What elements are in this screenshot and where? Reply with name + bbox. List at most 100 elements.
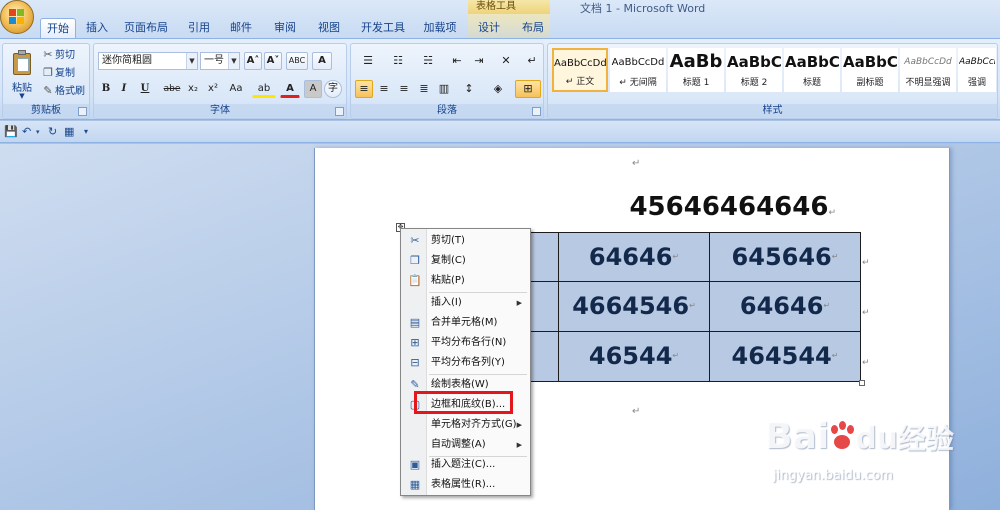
context-menu: ✂ 剪切(T) ❐ 复制(C) 📋 粘贴(P) 插入(I) ▶ ▤ 合并单元格(…: [400, 228, 531, 496]
enclose-character-button[interactable]: 字: [324, 80, 342, 98]
redo-icon[interactable]: ↻: [48, 125, 57, 139]
tab-view[interactable]: 视图: [314, 18, 344, 38]
multilevel-list-button[interactable]: ☵: [415, 52, 441, 70]
save-icon[interactable]: 💾: [4, 125, 18, 139]
style-no-spacing[interactable]: AaBbCcDd ↵ 无间隔: [610, 48, 666, 92]
tab-review[interactable]: 审阅: [270, 18, 300, 38]
document-heading[interactable]: 45646464646↵: [316, 192, 836, 222]
tab-insert[interactable]: 插入: [82, 18, 112, 38]
heading-text: 45646464646: [629, 192, 829, 222]
show-marks-button[interactable]: ↵: [523, 52, 541, 70]
style-subtle-emphasis[interactable]: AaBbCcDd 不明显强调: [900, 48, 956, 92]
tab-references[interactable]: 引用: [184, 18, 214, 38]
menu-item-cell-alignment[interactable]: 单元格对齐方式(G) ▶: [403, 415, 528, 435]
tab-mailings[interactable]: 邮件: [226, 18, 256, 38]
numbering-button[interactable]: ☷: [385, 52, 411, 70]
table-cell[interactable]: 46544↵: [558, 331, 710, 382]
format-painter-label: 格式刷: [55, 86, 85, 97]
undo-icon[interactable]: ↶: [22, 125, 31, 139]
tab-page-layout[interactable]: 页面布局: [120, 18, 172, 38]
menu-item-paste[interactable]: 📋 粘贴(P): [403, 271, 528, 291]
font-name-combo[interactable]: 迷你简粗圆 ▼: [98, 52, 198, 70]
change-case-button[interactable]: Aa: [224, 80, 248, 98]
bold-button[interactable]: B: [98, 80, 114, 98]
table-icon[interactable]: ▦: [64, 125, 74, 139]
increase-indent-button[interactable]: ⇥: [469, 52, 489, 70]
copy-button[interactable]: ❐ 复制: [41, 64, 75, 82]
menu-item-distribute-columns[interactable]: ⊟ 平均分布各列(Y): [403, 353, 528, 373]
menu-item-table-properties[interactable]: ▦ 表格属性(R)...: [403, 475, 528, 495]
clear-format-button[interactable]: ABC: [286, 52, 308, 70]
numbering-icon: ☷: [393, 54, 403, 67]
style-heading-2[interactable]: AaBbC 标题 2: [726, 48, 782, 92]
subscript-button[interactable]: x₂: [184, 80, 202, 98]
line-spacing-icon: ↕: [464, 82, 474, 95]
menu-item-label: 插入(I): [431, 297, 462, 308]
table-properties-icon: ▦: [409, 478, 421, 491]
shading-button[interactable]: ◈: [485, 80, 511, 98]
style-heading-1[interactable]: AaBb 标题 1: [668, 48, 724, 92]
table-cell[interactable]: 464544↵: [709, 331, 861, 382]
menu-item-cut[interactable]: ✂ 剪切(T): [403, 231, 528, 251]
menu-item-distribute-rows[interactable]: ⊞ 平均分布各行(N): [403, 333, 528, 353]
borders-button[interactable]: ⊞: [515, 80, 541, 98]
style-name: ↵ 正文: [565, 77, 595, 87]
italic-button[interactable]: I: [116, 80, 132, 98]
table-cell[interactable]: 64646↵: [558, 232, 710, 282]
table-cell[interactable]: 64646↵: [709, 281, 861, 332]
superscript-button[interactable]: x²: [204, 80, 222, 98]
strikethrough-button[interactable]: abe: [162, 80, 182, 98]
table-resize-handle[interactable]: [859, 380, 865, 386]
menu-item-insert[interactable]: 插入(I) ▶: [403, 293, 528, 313]
menu-item-merge-cells[interactable]: ▤ 合并单元格(M): [403, 313, 528, 333]
format-painter-button[interactable]: ✎ 格式刷: [41, 82, 85, 100]
customize-qat-icon[interactable]: ▾: [84, 125, 88, 139]
line-spacing-button[interactable]: ↕: [457, 80, 481, 98]
paragraph-group-label: 段落: [351, 104, 543, 117]
table-cell[interactable]: 645646↵: [709, 232, 861, 282]
justify-button[interactable]: ≣: [415, 80, 433, 98]
tab-add-ins[interactable]: 加载项: [420, 18, 460, 38]
submenu-arrow-icon: ▶: [516, 299, 522, 307]
menu-item-copy[interactable]: ❐ 复制(C): [403, 251, 528, 271]
tab-developer[interactable]: 开发工具: [358, 18, 408, 38]
character-shading-button[interactable]: A: [304, 80, 322, 98]
distributed-button[interactable]: ▥: [435, 80, 453, 98]
underline-button[interactable]: U: [134, 80, 156, 98]
table-cell[interactable]: 4664546↵: [558, 281, 710, 332]
chevron-down-icon[interactable]: ▼: [186, 53, 197, 69]
menu-item-autofit[interactable]: 自动调整(A) ▶: [403, 435, 528, 455]
tab-home[interactable]: 开始: [40, 18, 76, 38]
grow-font-button[interactable]: A˄: [244, 52, 262, 70]
tab-design[interactable]: 设计: [474, 18, 504, 38]
style-subtitle[interactable]: AaBbC 副标题: [842, 48, 898, 92]
character-border-button[interactable]: A: [312, 52, 332, 70]
office-button[interactable]: [0, 0, 34, 34]
tab-layout[interactable]: 布局: [518, 18, 548, 38]
cut-label: 剪切: [55, 50, 75, 61]
align-right-button[interactable]: ≡: [395, 80, 413, 98]
style-emphasis[interactable]: AaBbCcDd 强调: [958, 48, 996, 92]
row-end-mark: ↵: [862, 308, 870, 318]
paste-button[interactable]: 粘贴 ▼: [7, 48, 37, 100]
shrink-font-button[interactable]: A˅: [264, 52, 282, 70]
bullets-button[interactable]: ☰: [355, 52, 381, 70]
chevron-down-icon[interactable]: ▼: [228, 53, 239, 69]
style-title[interactable]: AaBbC 标题: [784, 48, 840, 92]
style-normal[interactable]: AaBbCcDd ↵ 正文: [552, 48, 608, 92]
dialog-launcher-icon[interactable]: [532, 107, 541, 116]
menu-item-label: 平均分布各行(N): [431, 337, 507, 348]
copy-icon: ❐: [410, 254, 420, 267]
font-size-combo[interactable]: 一号 ▼: [200, 52, 240, 70]
dialog-launcher-icon[interactable]: [78, 107, 87, 116]
dialog-launcher-icon[interactable]: [335, 107, 344, 116]
cut-button[interactable]: ✂ 剪切: [41, 46, 75, 64]
menu-item-insert-caption[interactable]: ▣ 插入题注(C)...: [403, 455, 528, 475]
align-center-button[interactable]: ≡: [375, 80, 393, 98]
align-left-button[interactable]: ≡: [355, 80, 373, 98]
chevron-down-icon[interactable]: ▾: [36, 125, 40, 139]
asian-layout-button[interactable]: ✕: [493, 52, 519, 70]
font-color-button[interactable]: A: [280, 80, 300, 98]
decrease-indent-button[interactable]: ⇤: [447, 52, 467, 70]
highlight-button[interactable]: ab: [252, 80, 276, 98]
